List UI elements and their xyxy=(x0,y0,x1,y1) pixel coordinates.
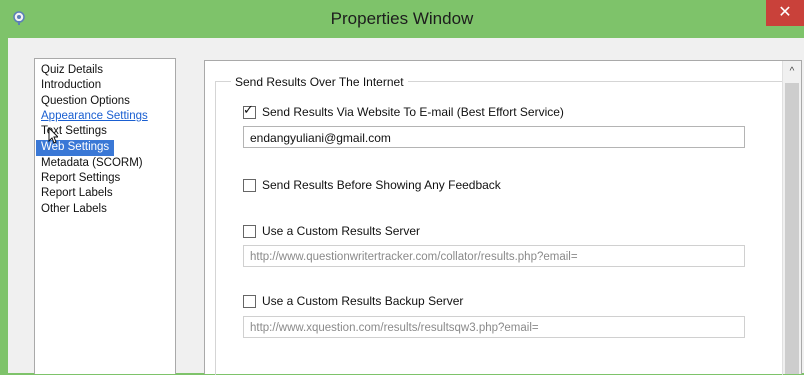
send-before-feedback-checkbox[interactable] xyxy=(243,178,256,192)
backup-server-checkbox[interactable] xyxy=(243,294,256,308)
send-via-website-option[interactable]: ✓ Send Results Via Website To E-mail (Be… xyxy=(243,101,564,119)
send-via-website-label: Send Results Via Website To E-mail (Best… xyxy=(262,105,564,119)
custom-server-option[interactable]: Use a Custom Results Server xyxy=(243,224,420,238)
group-title: Send Results Over The Internet xyxy=(231,75,408,89)
backup-server-label: Use a Custom Results Backup Server xyxy=(262,294,464,308)
checkmark-icon: ✓ xyxy=(243,101,254,117)
nav-item-other-labels[interactable]: Other Labels xyxy=(35,202,175,217)
email-field[interactable]: endangyuliani@gmail.com xyxy=(243,126,745,148)
close-icon: ✕ xyxy=(778,4,792,21)
window-client: Quiz Details Introduction Question Optio… xyxy=(8,38,804,375)
close-button[interactable]: ✕ xyxy=(766,0,804,26)
send-before-feedback-option[interactable]: Send Results Before Showing Any Feedback xyxy=(243,178,501,192)
nav-item-introduction[interactable]: Introduction xyxy=(35,78,175,93)
nav-item-report-labels[interactable]: Report Labels xyxy=(35,186,175,201)
nav-item-quiz-details[interactable]: Quiz Details xyxy=(35,63,175,78)
settings-nav: Quiz Details Introduction Question Optio… xyxy=(34,58,176,374)
nav-item-metadata-scorm[interactable]: Metadata (SCORM) xyxy=(35,156,175,171)
backup-server-url-field[interactable]: http://www.xquestion.com/results/results… xyxy=(243,316,745,338)
custom-server-label: Use a Custom Results Server xyxy=(262,224,421,238)
title-bar: Properties Window ✕ xyxy=(0,0,804,38)
window-title: Properties Window xyxy=(330,9,474,28)
vertical-scrollbar[interactable]: ^ xyxy=(782,61,801,374)
send-before-feedback-label: Send Results Before Showing Any Feedback xyxy=(262,178,501,192)
backup-server-option[interactable]: Use a Custom Results Backup Server xyxy=(243,294,463,308)
web-settings-panel: Send Results Over The Internet ✓ Send Re… xyxy=(204,60,802,375)
nav-item-appearance-settings[interactable]: Appearance Settings xyxy=(35,109,175,124)
scroll-thumb[interactable] xyxy=(785,83,799,374)
custom-server-checkbox[interactable] xyxy=(243,224,256,238)
mouse-cursor-icon xyxy=(48,127,58,144)
scroll-up-icon[interactable]: ^ xyxy=(783,65,801,79)
nav-item-question-options[interactable]: Question Options xyxy=(35,94,175,109)
send-via-website-checkbox[interactable]: ✓ xyxy=(243,101,256,119)
nav-item-report-settings[interactable]: Report Settings xyxy=(35,171,175,186)
custom-server-url-field[interactable]: http://www.questionwritertracker.com/col… xyxy=(243,245,745,267)
